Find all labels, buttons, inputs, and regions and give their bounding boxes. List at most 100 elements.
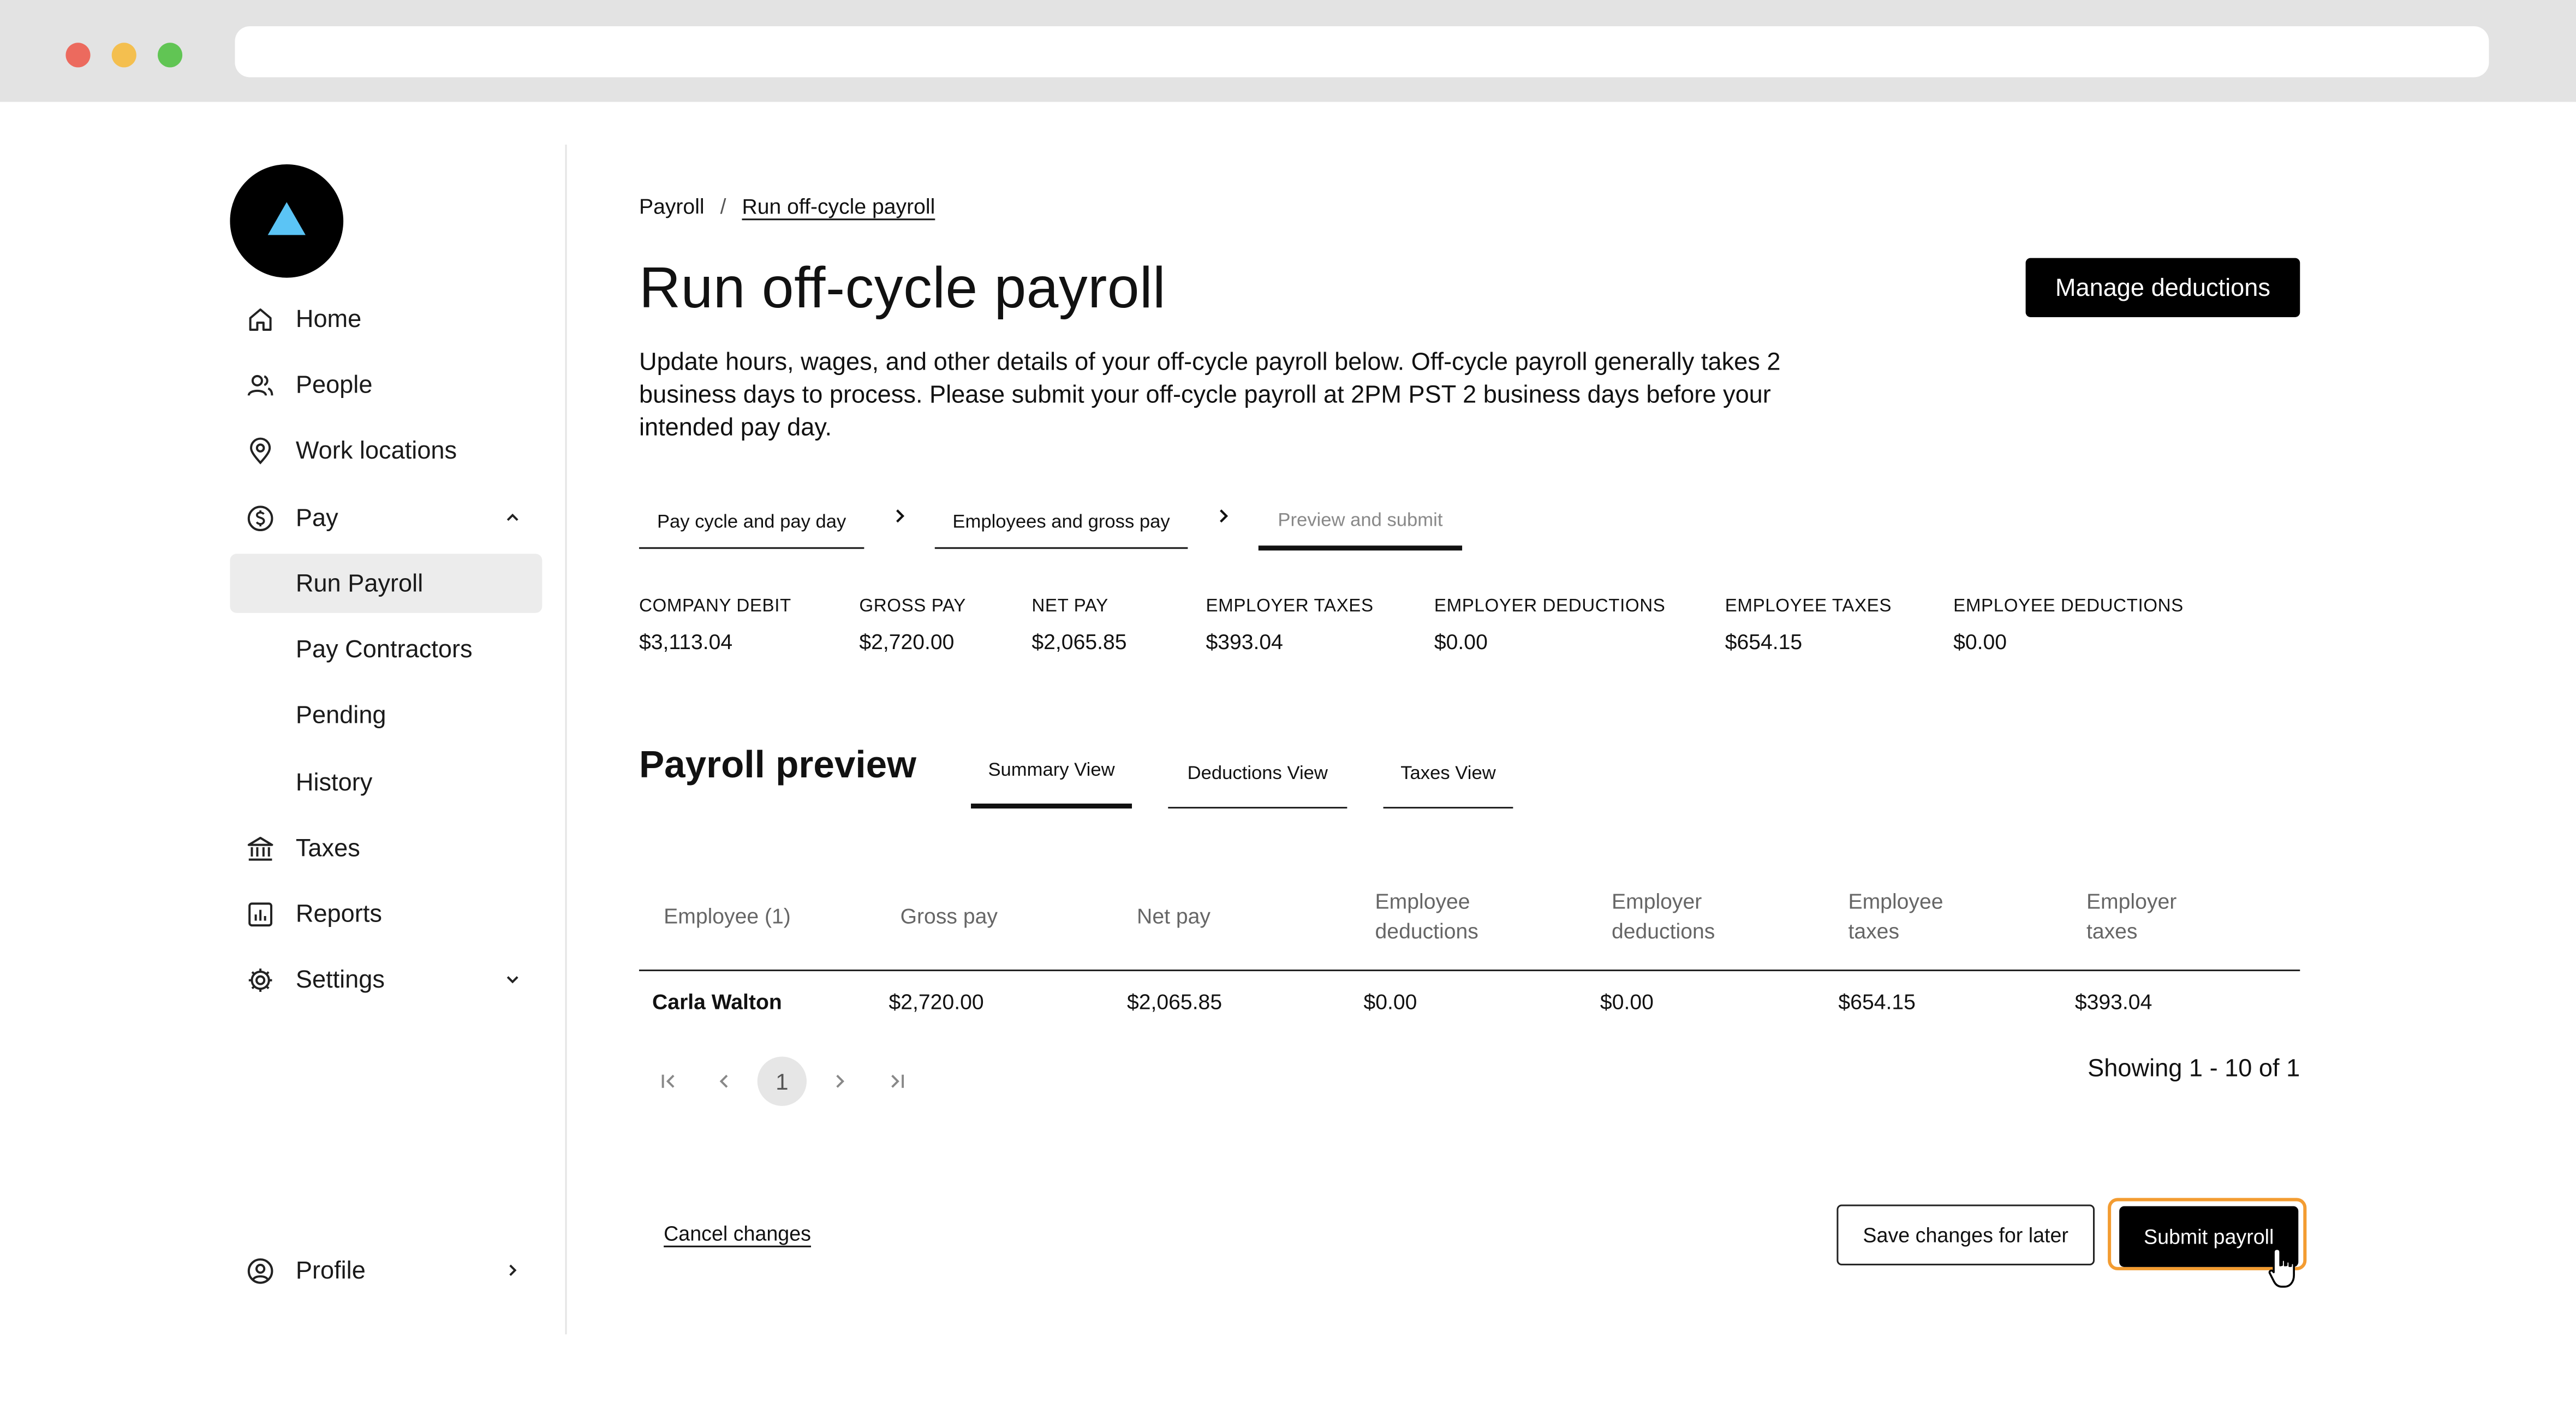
browser-toolbar — [0, 0, 2576, 102]
tab-deductions-view[interactable]: Deductions View — [1168, 764, 1347, 809]
stat-label-company-debit: COMPANY DEBIT — [639, 596, 791, 616]
column-header-employee-deductions[interactable]: Employee deductions — [1375, 888, 1478, 947]
bank-icon — [247, 836, 273, 861]
sidebar-item-label: Reports — [295, 900, 382, 928]
chevron-up-icon — [506, 513, 518, 521]
chevron-left-icon — [719, 1074, 728, 1088]
dollar-circle-icon — [247, 506, 273, 532]
chevron-right-icon — [509, 1264, 517, 1276]
sidebar-item-pending[interactable]: Pending — [230, 685, 542, 744]
column-header-line: Employee — [1848, 889, 1943, 914]
breadcrumb-current[interactable]: Run off-cycle payroll — [742, 194, 935, 218]
last-page-button[interactable] — [877, 1062, 916, 1101]
location-pin-icon — [250, 437, 271, 465]
step-pay-cycle[interactable]: Pay cycle and pay day — [639, 498, 864, 549]
payroll-preview-title: Payroll preview — [639, 742, 916, 786]
sidebar-divider — [565, 144, 567, 1335]
column-header-employee[interactable]: Employee (1) — [664, 902, 791, 932]
cell-net-pay: $2,065.85 — [1126, 989, 1223, 1014]
manage-deductions-button[interactable]: Manage deductions — [2025, 258, 2300, 317]
sidebar-item-pay[interactable]: Pay — [230, 488, 542, 547]
breadcrumb: Payroll / Run off-cycle payroll — [639, 194, 935, 218]
sidebar-item-label: Pending — [295, 700, 386, 729]
home-icon — [249, 308, 272, 331]
page-1-button[interactable]: 1 — [757, 1056, 807, 1106]
page-description: Update hours, wages, and other details o… — [639, 348, 1781, 442]
column-header-employer-taxes[interactable]: Employer taxes — [2086, 888, 2177, 947]
sidebar-item-settings[interactable]: Settings — [230, 950, 542, 1009]
stat-value-net-pay: $2,065.85 — [1031, 629, 1127, 655]
sidebar-item-label: Work locations — [295, 436, 457, 465]
stat-value-employer-taxes: $393.04 — [1206, 629, 1283, 655]
stat-value-gross-pay: $2,720.00 — [859, 629, 955, 655]
stat-label-employee-deductions: EMPLOYEE DEDUCTIONS — [1953, 596, 2184, 616]
column-header-line: deductions — [1375, 918, 1478, 943]
sidebar-item-profile[interactable]: Profile — [230, 1241, 542, 1300]
sidebar-item-home[interactable]: Home — [230, 289, 542, 348]
sidebar-item-taxes[interactable]: Taxes — [230, 818, 542, 877]
sidebar-item-reports[interactable]: Reports — [230, 884, 542, 943]
previous-page-button[interactable] — [705, 1062, 744, 1101]
cell-employee-name[interactable]: Carla Walton — [652, 989, 782, 1014]
step-employees-gross-pay[interactable]: Employees and gross pay — [934, 498, 1188, 549]
stat-label-employer-deductions: EMPLOYER DEDUCTIONS — [1434, 596, 1666, 616]
column-header-line: taxes — [2086, 918, 2138, 943]
breadcrumb-separator: / — [720, 194, 726, 219]
first-page-icon — [661, 1074, 675, 1088]
stat-value-company-debit: $3,113.04 — [639, 629, 733, 655]
stat-value-employee-taxes: $654.15 — [1725, 629, 1803, 655]
sidebar-item-label: History — [295, 768, 373, 796]
tab-taxes-view[interactable]: Taxes View — [1383, 764, 1513, 809]
column-header-net-pay[interactable]: Net pay — [1137, 902, 1211, 932]
sidebar-item-history[interactable]: History — [230, 753, 542, 812]
chevron-down-icon — [506, 976, 518, 984]
user-circle-icon — [247, 1258, 273, 1284]
chevron-right-icon — [896, 509, 905, 523]
stat-label-employee-taxes: EMPLOYEE TAXES — [1725, 596, 1892, 616]
cell-employer-deductions: $0.00 — [1600, 989, 1654, 1014]
stat-label-net-pay: NET PAY — [1031, 596, 1108, 616]
step-preview-submit[interactable]: Preview and submit — [1258, 496, 1463, 551]
cell-gross-pay: $2,720.00 — [889, 989, 984, 1014]
save-for-later-button[interactable]: Save changes for later — [1836, 1204, 2095, 1265]
last-page-icon — [891, 1074, 904, 1088]
column-header-line: Employee — [1375, 889, 1470, 914]
sidebar-item-work-locations[interactable]: Work locations — [230, 421, 542, 480]
stat-value-employer-deductions: $0.00 — [1434, 629, 1488, 655]
page-title: Run off-cycle payroll — [639, 256, 1166, 320]
sidebar-item-label: Home — [295, 305, 362, 333]
sidebar-item-pay-contractors[interactable]: Pay Contractors — [230, 620, 542, 679]
sidebar-item-people[interactable]: People — [230, 355, 542, 414]
pagination-summary: Showing 1 - 10 of 1 — [2088, 1055, 2300, 1083]
sidebar-item-label: Pay Contractors — [295, 635, 473, 663]
sidebar-item-label: Taxes — [295, 834, 360, 862]
stat-label-gross-pay: GROSS PAY — [859, 596, 966, 616]
first-page-button[interactable] — [649, 1062, 688, 1101]
column-header-employee-taxes[interactable]: Employee taxes — [1848, 888, 1943, 947]
address-bar[interactable] — [235, 26, 2489, 78]
triangle-logo-icon — [267, 202, 306, 235]
column-header-gross-pay[interactable]: Gross pay — [901, 902, 998, 932]
sidebar-item-label: Pay — [295, 503, 338, 532]
sidebar-item-label: Run Payroll — [295, 569, 424, 598]
window-maximize-button[interactable] — [157, 43, 183, 68]
hand-cursor-icon — [2268, 1247, 2295, 1288]
column-header-line: Employer — [1612, 889, 1702, 914]
sidebar-item-label: Settings — [295, 965, 385, 994]
people-icon — [247, 374, 273, 396]
next-page-button[interactable] — [820, 1062, 859, 1101]
cell-employer-taxes: $393.04 — [2074, 989, 2152, 1014]
cell-employee-taxes: $654.15 — [1838, 989, 1916, 1014]
breadcrumb-payroll[interactable]: Payroll — [639, 194, 705, 218]
column-header-line: Employer — [2086, 889, 2177, 914]
window-close-button[interactable] — [65, 43, 91, 68]
sidebar-item-run-payroll[interactable]: Run Payroll — [230, 554, 542, 613]
chevron-right-icon — [1220, 509, 1229, 523]
column-header-employer-deductions[interactable]: Employer deductions — [1612, 888, 1715, 947]
cancel-changes-link[interactable]: Cancel changes — [664, 1223, 811, 1246]
window-minimize-button[interactable] — [111, 43, 136, 68]
sidebar-item-label: Profile — [295, 1256, 366, 1285]
tab-summary-view[interactable]: Summary View — [971, 761, 1132, 809]
cell-employee-deductions: $0.00 — [1363, 989, 1417, 1014]
company-logo[interactable] — [230, 164, 344, 278]
